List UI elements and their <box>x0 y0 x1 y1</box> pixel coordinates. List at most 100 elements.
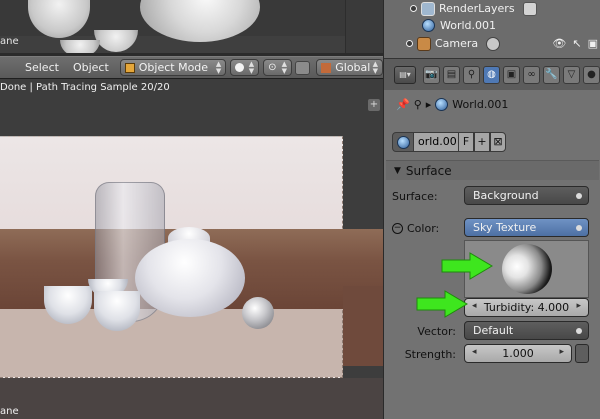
surface-section-header[interactable]: ▼ Surface <box>386 160 599 180</box>
color-label: Color: <box>407 221 440 235</box>
table-edge <box>343 286 383 366</box>
vector-dropdown[interactable]: Default <box>464 321 589 340</box>
world-name-input[interactable]: orld.001 <box>414 132 458 152</box>
chevron-right-icon: ▸ <box>425 98 432 111</box>
modifiers-tab-icon[interactable]: 🔧 <box>543 65 560 84</box>
object-label: ane <box>0 406 19 417</box>
teapot <box>135 239 245 317</box>
turbidity-slider[interactable]: ◂ Turbidity: 4.000 ▸ <box>464 298 589 317</box>
view-header: Select Object Object Mode ▲ ▼ ▲ ▼ ⊙ ▲ ▼ Glo… <box>0 56 383 78</box>
render-status: Done | Path Tracing Sample 20/20 <box>0 82 170 93</box>
dropdown-dot-icon <box>576 328 582 334</box>
solid-shading-icon <box>235 63 245 72</box>
outliner-item-world[interactable]: World.001 <box>422 17 572 34</box>
dropdown-dot-icon <box>576 193 582 199</box>
vector-row: Vector: Default <box>384 321 600 341</box>
render-tab-icon[interactable]: 📷 <box>423 65 440 84</box>
object-label: ane <box>0 36 19 47</box>
breadcrumb: 📌 ⚲ ▸ World.001 <box>396 98 508 111</box>
menu-select[interactable]: Select <box>18 61 66 74</box>
viewport-floor <box>0 378 383 419</box>
increment-arrow-icon[interactable]: ▸ <box>559 347 564 357</box>
outliner-item-renderlayers[interactable]: RenderLayers <box>410 0 560 17</box>
cup-preview <box>60 40 100 53</box>
scene-tab-icon[interactable]: ⚲ <box>463 65 480 84</box>
vector-value: Default <box>473 324 514 337</box>
decrement-arrow-icon[interactable]: ◂ <box>472 347 477 357</box>
cup-preview <box>28 0 90 38</box>
expand-dot-icon[interactable] <box>406 40 413 47</box>
section-title: Surface <box>405 163 452 178</box>
world-browse-button[interactable] <box>392 132 414 152</box>
render-layers-tab-icon[interactable]: ▤ <box>443 65 460 84</box>
outliner-item-camera[interactable]: Camera 👁 ↖ ▣ <box>406 35 598 52</box>
outliner-item-label: RenderLayers <box>439 2 515 15</box>
material-tab-icon[interactable]: ● <box>583 65 600 84</box>
surface-shader-dropdown[interactable]: Background <box>464 186 589 205</box>
pin-icon[interactable]: 📌 <box>396 98 410 111</box>
vector-label: Vector: <box>417 324 456 338</box>
world-datablock-field: orld.001 F + ⊠ <box>392 132 506 152</box>
chrome-ball <box>242 297 274 329</box>
strength-label: Strength: <box>404 347 456 361</box>
expand-dot-icon[interactable] <box>410 5 417 12</box>
color-row: − Color: Sky Texture <box>384 218 600 238</box>
orientation-dropdown[interactable]: Global ▲ ▼ <box>316 59 383 76</box>
constraints-tab-icon[interactable]: ∞ <box>523 65 540 84</box>
render-layers-icon <box>421 1 435 16</box>
surface-label: Surface: <box>392 189 438 203</box>
outliner-item-label: World.001 <box>440 19 497 32</box>
properties-header: ▤▾ 📷 ▤ ⚲ ◍ ▣ ∞ 🔧 ▽ ● <box>383 58 600 90</box>
mode-dropdown[interactable]: Object Mode ▲ ▼ <box>119 59 227 76</box>
world-icon <box>435 98 449 111</box>
world-tab-icon[interactable]: ◍ <box>483 65 500 84</box>
updown-arrows-icon: ▲ ▼ <box>281 59 288 75</box>
increment-arrow-icon[interactable]: ▸ <box>576 301 581 311</box>
object-tab-icon[interactable]: ▣ <box>503 65 520 84</box>
pivot-icon: ⊙ <box>268 62 277 73</box>
orientation-label: Global <box>335 61 371 74</box>
outliner-item-label: Camera <box>435 37 479 50</box>
turbidity-value: Turbidity: 4.000 <box>483 301 570 314</box>
render-viewport[interactable]: Done | Path Tracing Sample 20/20 + ane <box>0 78 383 419</box>
unlink-socket-icon[interactable]: − <box>392 222 403 234</box>
editor-type-dropdown[interactable]: ▤▾ <box>394 65 416 84</box>
fake-user-button[interactable]: F <box>458 132 474 152</box>
surface-value: Background <box>473 189 539 202</box>
surface-row: Surface: Background <box>384 186 600 206</box>
outliner-panel: RenderLayers World.001 Camera 👁 ↖ ▣ <box>383 0 600 58</box>
expand-plus-icon[interactable]: + <box>368 99 380 111</box>
color-node-dropdown[interactable]: Sky Texture <box>464 218 589 237</box>
unlink-world-button[interactable]: ⊠ <box>490 132 506 152</box>
camera-data-icon <box>486 36 501 51</box>
data-tab-icon[interactable]: ▽ <box>563 65 580 84</box>
render-camera-icon[interactable]: ▣ <box>588 37 598 50</box>
top-viewport[interactable]: ane <box>0 0 383 53</box>
decrement-arrow-icon[interactable]: ◂ <box>472 301 477 311</box>
shading-dropdown[interactable]: ▲ ▼ <box>230 59 260 76</box>
world-icon <box>396 135 410 149</box>
cursor-select-icon[interactable]: ↖ <box>572 37 581 50</box>
strength-value: 1.000 <box>502 347 534 360</box>
viewport-divider <box>345 0 383 53</box>
pivot-dropdown[interactable]: ⊙ ▲ ▼ <box>263 59 293 76</box>
updown-arrows-icon: ▲ ▼ <box>248 59 255 75</box>
updown-arrows-icon: ▲ ▼ <box>215 59 222 75</box>
visibility-controls: 👁 ↖ ▣ <box>552 37 598 50</box>
strength-link-button[interactable] <box>575 344 589 363</box>
menu-object[interactable]: Object <box>66 61 116 74</box>
eye-icon[interactable]: 👁 <box>552 37 566 50</box>
transform-orientation-icon <box>321 62 332 73</box>
add-world-button[interactable]: + <box>474 132 490 152</box>
scene-link-icon: ⚲ <box>413 98 422 111</box>
annotation-arrow-icon <box>441 252 493 280</box>
render-icon <box>522 1 537 16</box>
dropdown-dot-icon <box>576 225 582 231</box>
camera-icon <box>417 36 431 51</box>
world-icon <box>422 19 435 32</box>
collapse-triangle-icon: ▼ <box>394 165 401 176</box>
manipulator-toggle-icon[interactable] <box>295 60 311 75</box>
sky-sphere-preview <box>501 244 552 294</box>
breadcrumb-world: World.001 <box>452 98 509 111</box>
strength-slider[interactable]: ◂ 1.000 ▸ <box>464 344 572 363</box>
